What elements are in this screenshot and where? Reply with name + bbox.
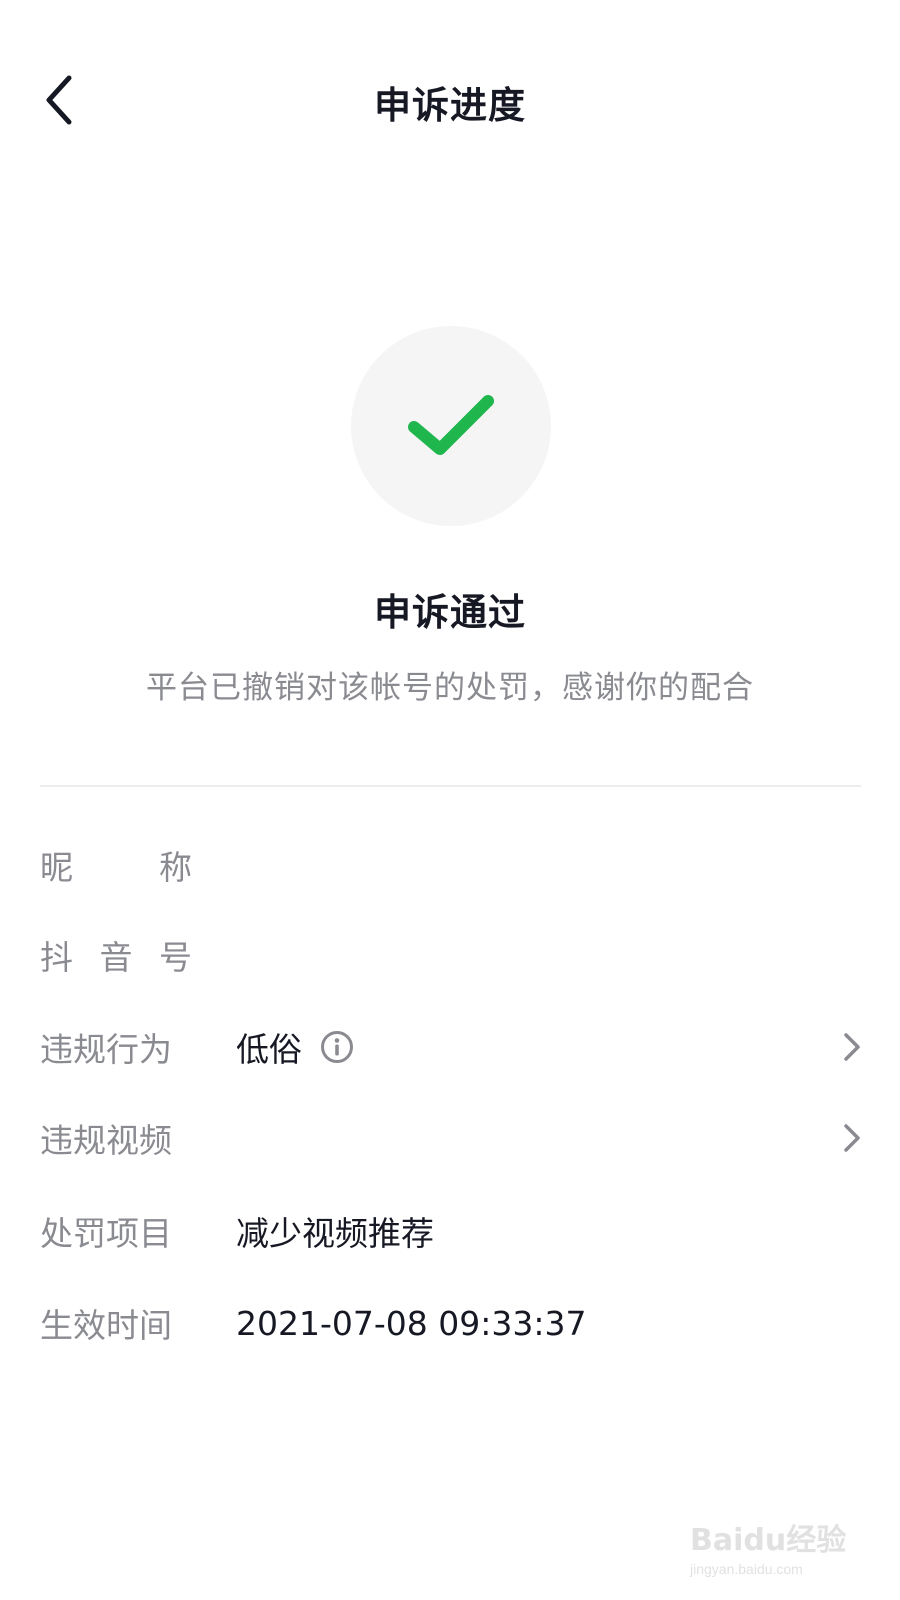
top-bar: 申诉进度 <box>0 0 900 200</box>
info-value-penalty: 减少视频推荐 <box>236 1214 434 1253</box>
status-title: 申诉通过 <box>374 591 526 634</box>
checkmark-icon <box>408 395 494 455</box>
info-label-violation-video: 违规视频 <box>40 1121 172 1160</box>
watermark-url: jingyan.baidu.com <box>690 1561 803 1577</box>
info-icon[interactable] <box>320 1030 354 1064</box>
info-label-effective-time: 生效时间 <box>40 1306 172 1345</box>
info-label-penalty: 处罚项目 <box>40 1214 172 1253</box>
info-label-douyin-id: 抖 音 号 <box>40 938 192 977</box>
info-row-effective-time: 生效时间 2021-07-08 09:33:37 <box>40 1288 861 1358</box>
chevron-right-icon[interactable] <box>821 1103 861 1173</box>
info-value-effective-time: 2021-07-08 09:33:37 <box>236 1303 587 1343</box>
info-label-violation-behavior: 违规行为 <box>40 1030 172 1069</box>
divider <box>40 785 861 787</box>
status-description: 平台已撤销对该帐号的处罚，感谢你的配合 <box>146 670 754 706</box>
status-icon-circle <box>351 326 551 526</box>
info-row-douyin-id: 抖 音 号 <box>40 920 861 990</box>
page-title: 申诉进度 <box>374 84 526 127</box>
info-value-violation-behavior: 低俗 <box>236 1023 354 1071</box>
info-row-violation-video[interactable]: 违规视频 <box>40 1103 861 1173</box>
watermark-logo: Baidu经验 <box>690 1523 847 1558</box>
info-row-penalty: 处罚项目 减少视频推荐 <box>40 1196 861 1266</box>
info-label-nickname: 昵 称 <box>40 848 192 887</box>
chevron-right-icon[interactable] <box>821 1012 861 1082</box>
baidu-watermark: Baidu经验 jingyan.baidu.com <box>690 1515 870 1585</box>
info-row-violation-behavior[interactable]: 违规行为 低俗 <box>40 1012 861 1082</box>
info-row-nickname: 昵 称 <box>40 830 861 900</box>
